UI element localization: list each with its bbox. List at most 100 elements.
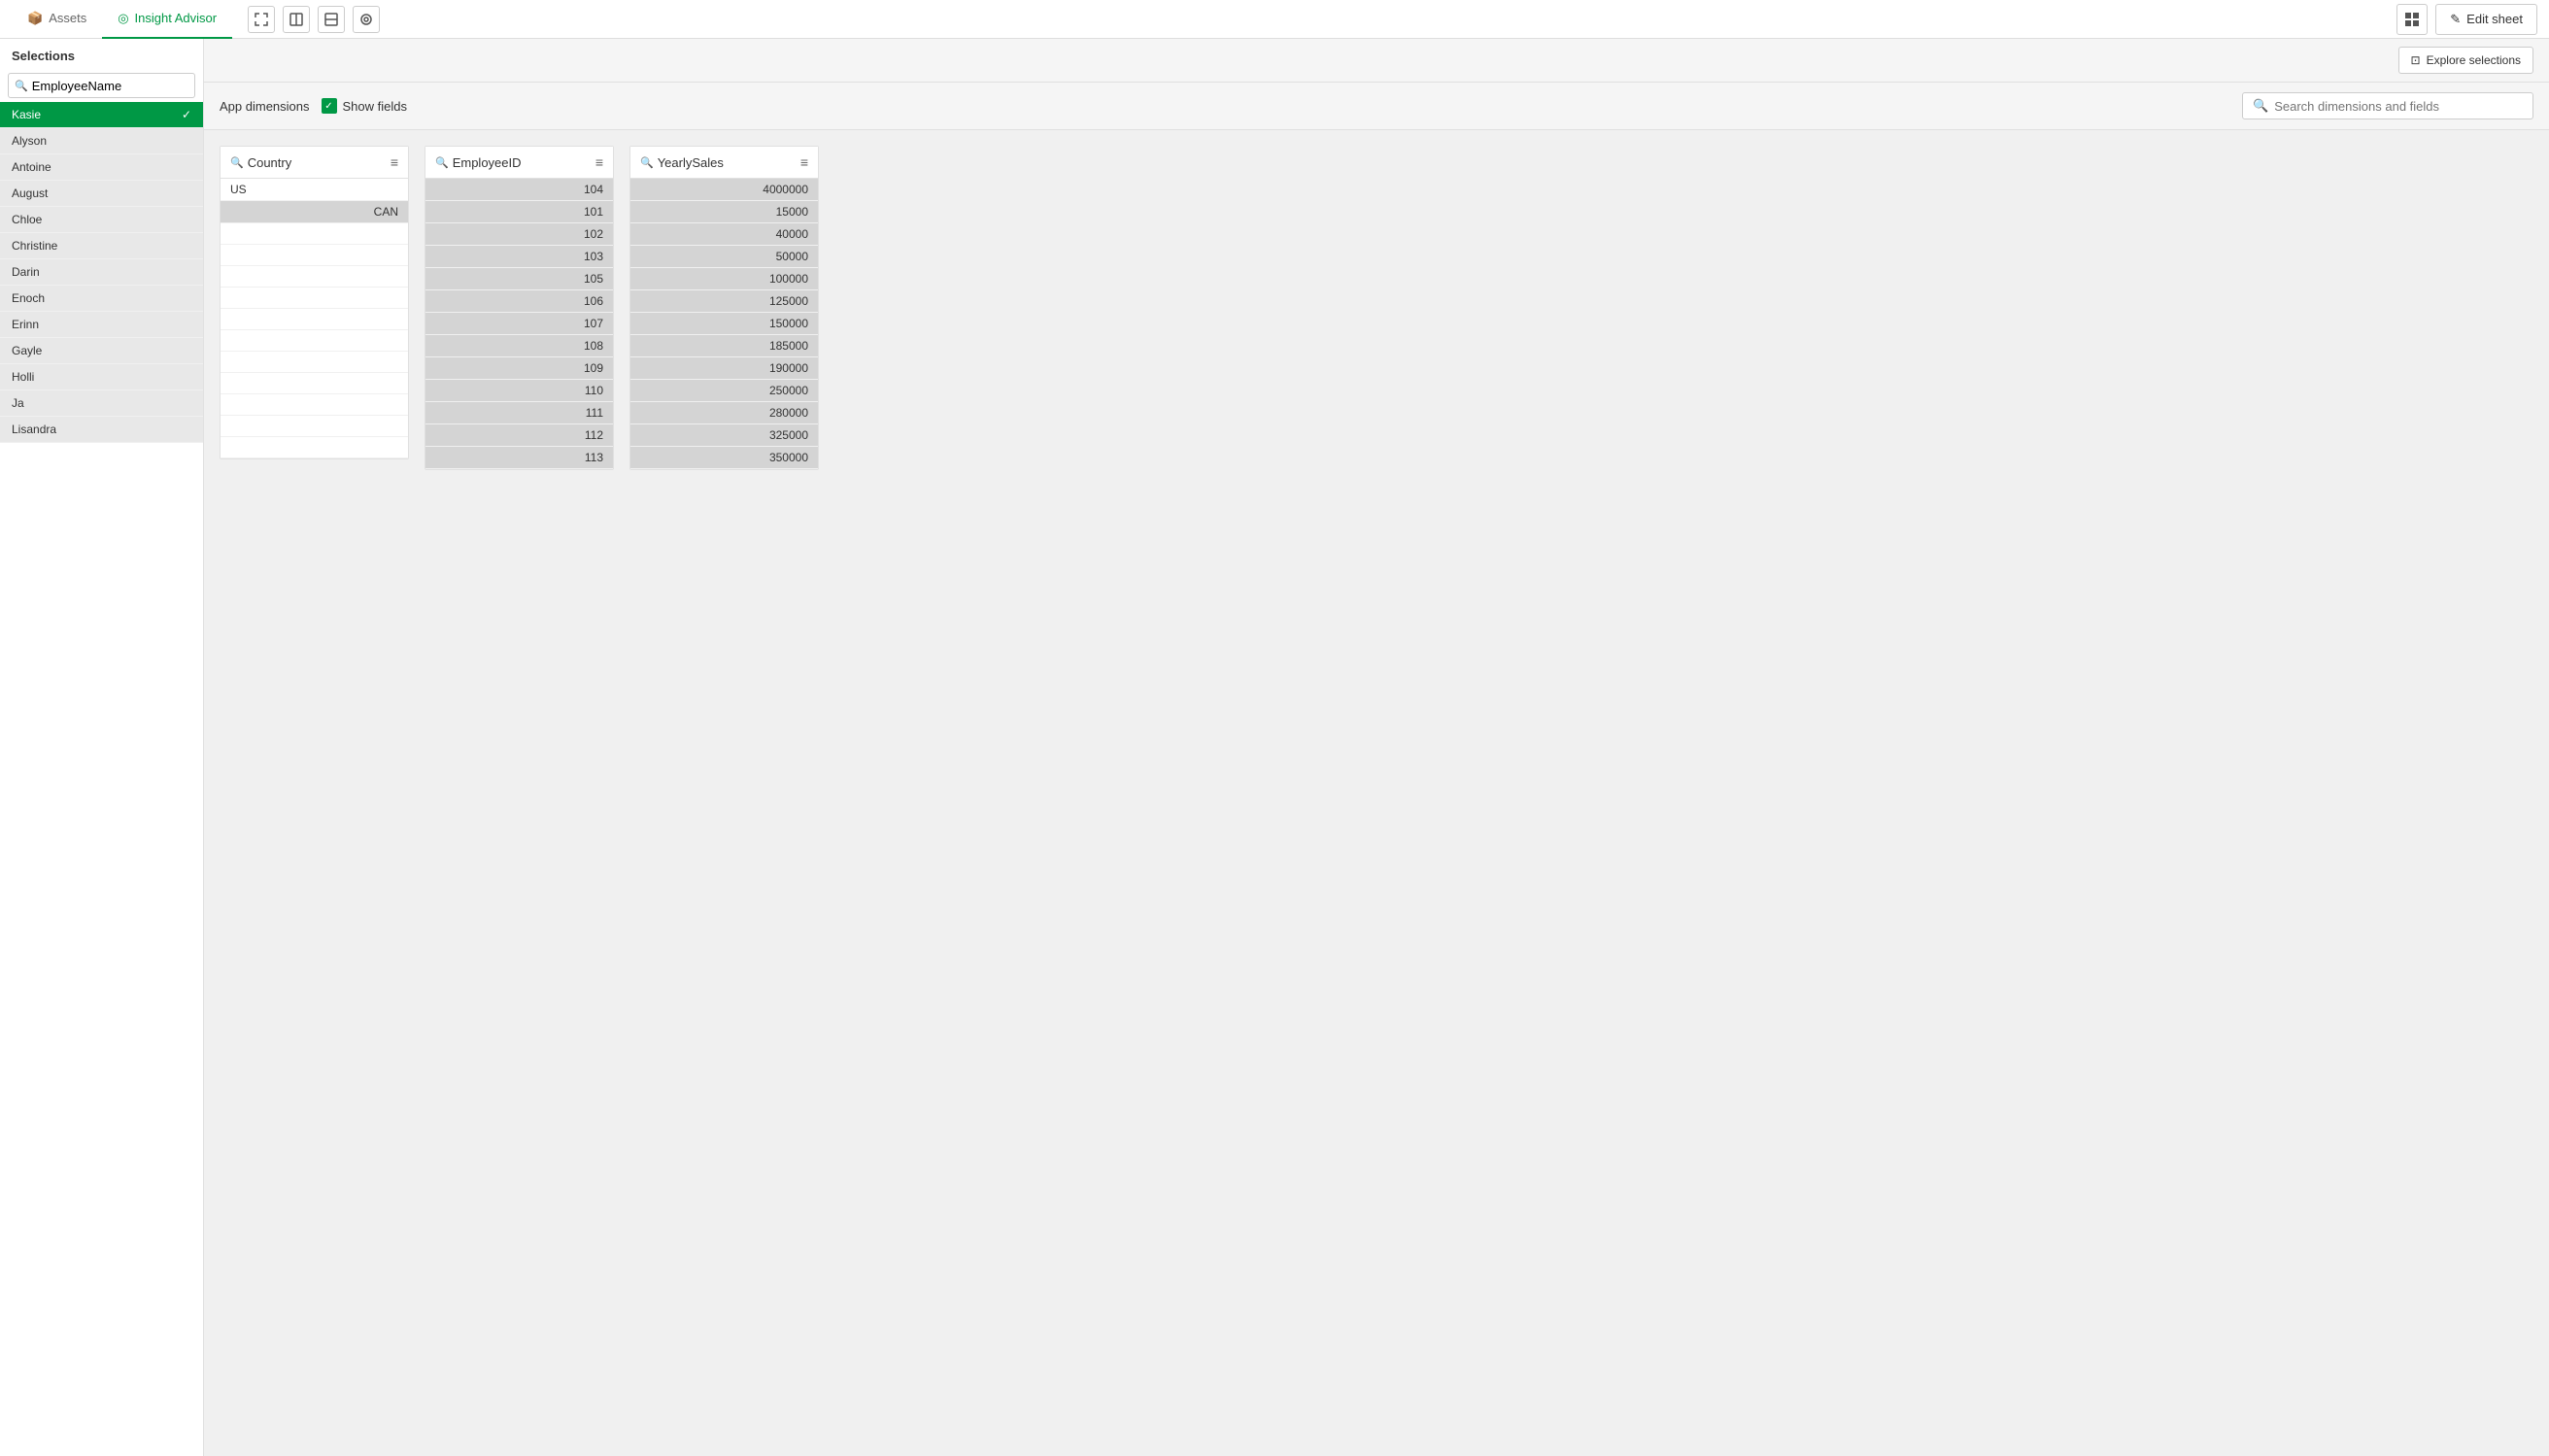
- right-area: ⊡ Explore selections App dimensions ✓ Sh…: [204, 39, 2549, 1456]
- field-row[interactable]: 15000: [630, 201, 818, 223]
- employee-list: Kasie✓ Alyson Antoine August Chloe Christine D…: [0, 102, 203, 1456]
- field-row[interactable]: 250000: [630, 380, 818, 402]
- field-search-icon: 🔍: [435, 156, 449, 169]
- field-row[interactable]: CAN: [221, 201, 408, 223]
- list-item-label: Ja: [12, 396, 24, 410]
- list-item[interactable]: Darin: [0, 259, 203, 286]
- field-menu-icon[interactable]: ≡: [800, 154, 808, 170]
- list-item-label: Chloe: [12, 213, 42, 226]
- field-title: YearlySales: [658, 155, 724, 170]
- list-item-label: Holli: [12, 370, 34, 384]
- field-row[interactable]: 110: [425, 380, 613, 402]
- field-row[interactable]: 50000: [630, 246, 818, 268]
- field-menu-icon[interactable]: ≡: [595, 154, 603, 170]
- list-item[interactable]: Holli: [0, 364, 203, 390]
- expand-icon-1[interactable]: [248, 6, 275, 33]
- field-row[interactable]: 112: [425, 424, 613, 447]
- field-row[interactable]: 106: [425, 290, 613, 313]
- field-row[interactable]: 125000: [630, 290, 818, 313]
- show-fields-checkbox[interactable]: ✓: [322, 98, 337, 114]
- expand-icon-2[interactable]: [283, 6, 310, 33]
- list-item-label: Alyson: [12, 134, 47, 148]
- field-row[interactable]: [221, 245, 408, 266]
- expand-icon-3[interactable]: [318, 6, 345, 33]
- fields-area: 🔍Country≡USCAN🔍EmployeeID≡10410110210310…: [204, 130, 2549, 1456]
- list-item[interactable]: Antoine: [0, 154, 203, 181]
- topbar-right: ✎ Edit sheet: [2396, 4, 2537, 35]
- list-item[interactable]: Enoch: [0, 286, 203, 312]
- search-dimensions-box: 🔍: [2242, 92, 2533, 119]
- field-row[interactable]: 111: [425, 402, 613, 424]
- insight-advisor-icon: ◎: [118, 11, 128, 26]
- field-card: 🔍YearlySales≡400000015000400005000010000…: [629, 146, 819, 470]
- field-row[interactable]: 4000000: [630, 179, 818, 201]
- list-item[interactable]: Gayle: [0, 338, 203, 364]
- field-row[interactable]: [221, 352, 408, 373]
- search-dimensions-input[interactable]: [2274, 99, 2523, 114]
- list-item[interactable]: Christine: [0, 233, 203, 259]
- field-row[interactable]: [221, 223, 408, 245]
- field-row[interactable]: [221, 394, 408, 416]
- expand-icon-4[interactable]: [353, 6, 380, 33]
- list-item[interactable]: August: [0, 181, 203, 207]
- field-row[interactable]: [221, 288, 408, 309]
- explore-selections-button[interactable]: ⊡ Explore selections: [2398, 47, 2533, 74]
- field-row[interactable]: [221, 416, 408, 437]
- topbar-left: 📦 Assets ◎ Insight Advisor: [12, 0, 380, 39]
- list-item-label: Lisandra: [12, 423, 56, 436]
- field-row[interactable]: 100000: [630, 268, 818, 290]
- field-row[interactable]: [221, 437, 408, 458]
- field-row[interactable]: 101: [425, 201, 613, 223]
- field-row[interactable]: 102: [425, 223, 613, 246]
- field-row[interactable]: [221, 309, 408, 330]
- list-item[interactable]: Chloe: [0, 207, 203, 233]
- field-card-header: 🔍Country≡: [221, 147, 408, 179]
- employee-search-box: 🔍 ☰ ✕: [8, 73, 195, 98]
- employee-search-input[interactable]: [32, 79, 203, 93]
- topbar: 📦 Assets ◎ Insight Advisor: [0, 0, 2549, 39]
- show-fields-toggle: ✓ Show fields: [322, 98, 407, 114]
- edit-sheet-button[interactable]: ✎ Edit sheet: [2435, 4, 2537, 35]
- left-panel: Selections 🔍 ☰ ✕ Kasie✓ Alyson Antoine Augu…: [0, 39, 204, 1456]
- field-row[interactable]: 185000: [630, 335, 818, 357]
- field-row[interactable]: 105: [425, 268, 613, 290]
- main-layout: Selections 🔍 ☰ ✕ Kasie✓ Alyson Antoine Augu…: [0, 39, 2549, 1456]
- search-dim-icon: 🔍: [2253, 98, 2268, 114]
- app-dimensions-label: App dimensions: [220, 99, 310, 114]
- selections-title: Selections: [12, 49, 75, 63]
- field-row[interactable]: 103: [425, 246, 613, 268]
- check-icon: ✓: [324, 101, 332, 112]
- app-dimensions-bar: App dimensions ✓ Show fields 🔍: [204, 83, 2549, 130]
- list-item[interactable]: Kasie✓: [0, 102, 203, 128]
- field-row[interactable]: 104: [425, 179, 613, 201]
- list-item[interactable]: Erinn: [0, 312, 203, 338]
- list-item[interactable]: Alyson: [0, 128, 203, 154]
- field-row[interactable]: 113: [425, 447, 613, 469]
- show-fields-label[interactable]: Show fields: [343, 99, 407, 114]
- list-item-label: Christine: [12, 239, 57, 253]
- explore-selections-label: Explore selections: [2427, 53, 2521, 67]
- grid-view-button[interactable]: [2396, 4, 2428, 35]
- field-row[interactable]: 325000: [630, 424, 818, 447]
- field-row[interactable]: [221, 330, 408, 352]
- list-item[interactable]: Ja: [0, 390, 203, 417]
- field-row[interactable]: 190000: [630, 357, 818, 380]
- field-row[interactable]: 108: [425, 335, 613, 357]
- tab-insight-advisor[interactable]: ◎ Insight Advisor: [102, 0, 232, 39]
- tab-insight-advisor-label: Insight Advisor: [135, 11, 218, 25]
- list-item-label: Antoine: [12, 160, 51, 174]
- field-title: EmployeeID: [453, 155, 522, 170]
- field-row[interactable]: [221, 373, 408, 394]
- field-row[interactable]: 107: [425, 313, 613, 335]
- field-row[interactable]: 150000: [630, 313, 818, 335]
- tab-assets[interactable]: 📦 Assets: [12, 0, 102, 39]
- field-row[interactable]: [221, 266, 408, 288]
- field-menu-icon[interactable]: ≡: [391, 154, 398, 170]
- list-item[interactable]: Lisandra: [0, 417, 203, 443]
- field-row[interactable]: 40000: [630, 223, 818, 246]
- field-row[interactable]: 280000: [630, 402, 818, 424]
- field-row[interactable]: 350000: [630, 447, 818, 469]
- field-row[interactable]: 109: [425, 357, 613, 380]
- list-item-label: Gayle: [12, 344, 42, 357]
- field-row[interactable]: US: [221, 179, 408, 201]
